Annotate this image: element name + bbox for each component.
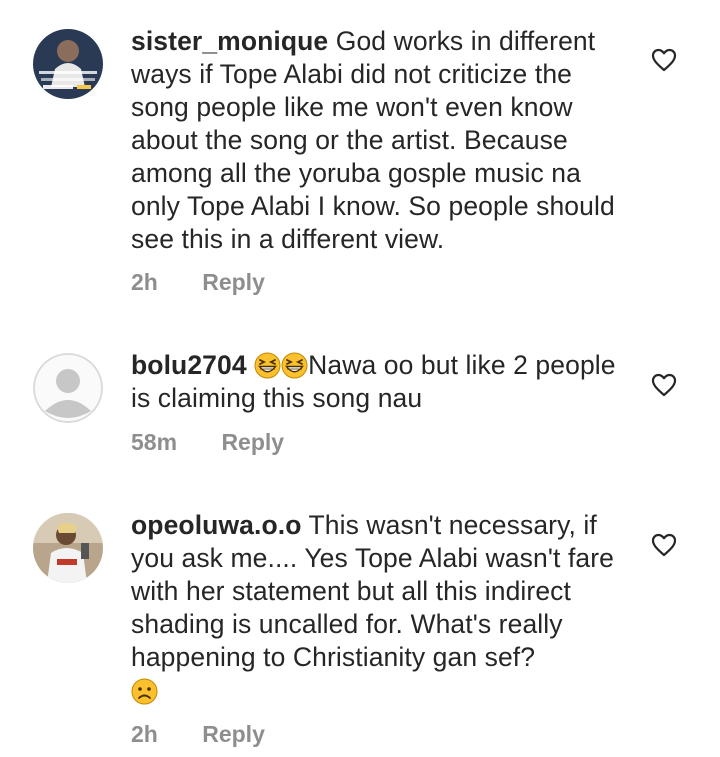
heart-outline-icon[interactable] — [651, 533, 677, 557]
comment-meta: 2h Reply — [131, 267, 265, 297]
comment-text: sister_monique God works in different wa… — [131, 25, 631, 256]
comment-meta: 2h Reply — [131, 719, 265, 749]
avatar[interactable] — [33, 353, 103, 423]
comment-text: bolu2704 Nawa oo but like 2 people is cl… — [131, 349, 631, 415]
timestamp: 2h — [131, 269, 158, 295]
grinning-squinting-face-emoji — [254, 352, 281, 379]
heart-outline-icon[interactable] — [651, 373, 677, 397]
reply-button[interactable]: Reply — [221, 427, 284, 457]
comment-text: opeoluwa.o.o This wasn't necessary, if y… — [131, 509, 631, 708]
frowning-face-emoji — [131, 678, 158, 705]
username[interactable]: opeoluwa.o.o — [131, 510, 302, 540]
comment-body: God works in different ways if Tope Alab… — [131, 26, 615, 254]
timestamp: 2h — [131, 721, 158, 747]
avatar[interactable] — [33, 513, 103, 583]
comment-meta: 58m Reply — [131, 427, 284, 457]
grinning-squinting-face-emoji — [281, 352, 308, 379]
heart-outline-icon[interactable] — [651, 48, 677, 72]
timestamp: 58m — [131, 429, 178, 455]
profile-photo — [33, 513, 103, 583]
reply-button[interactable]: Reply — [202, 719, 265, 749]
profile-photo — [33, 29, 103, 99]
default-avatar-icon — [33, 353, 103, 423]
username[interactable]: sister_monique — [131, 26, 328, 56]
username[interactable]: bolu2704 — [131, 350, 247, 380]
reply-button[interactable]: Reply — [202, 267, 265, 297]
avatar[interactable] — [33, 29, 103, 99]
